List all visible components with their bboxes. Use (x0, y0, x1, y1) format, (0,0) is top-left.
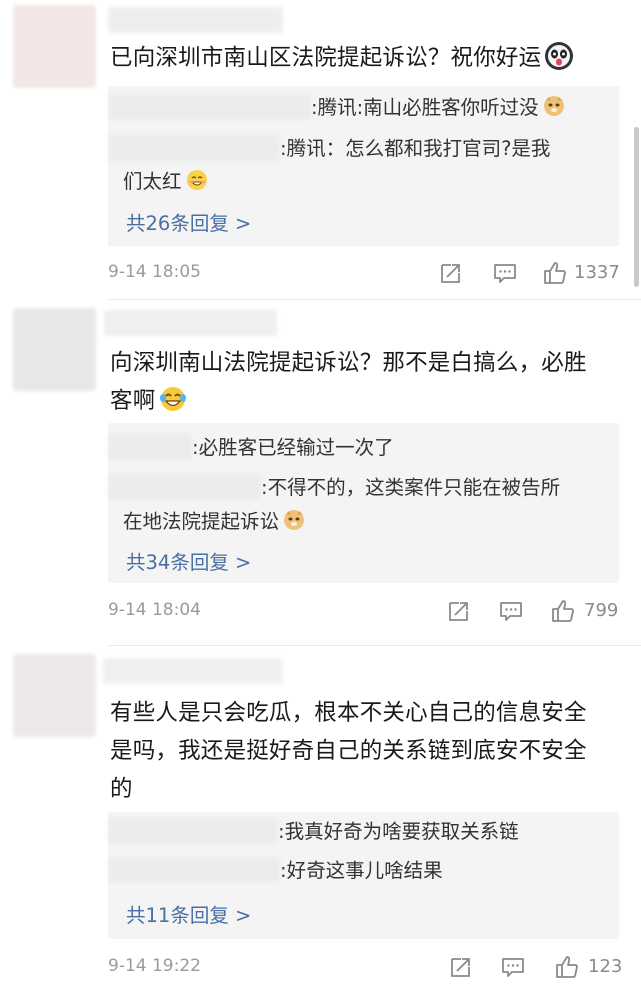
like-count: 123 (588, 956, 623, 977)
reply-text: 在地法院提起诉讼 (123, 510, 280, 533)
comment-text-line: 向深圳南山法院提起诉讼？那不是白搞么，必胜 (110, 350, 587, 376)
reply-username-blurred[interactable] (108, 818, 278, 844)
scrollbar[interactable] (634, 127, 639, 287)
view-replies-link[interactable]: 共34条回复 > (126, 546, 251, 575)
comment-text-line: 有些人是只会吃瓜，根本不关心自己的信息安全 (110, 700, 587, 726)
thumbs-up-icon[interactable] (550, 598, 576, 624)
reply-box[interactable]: :腾讯:南山必胜客你听过没 :腾讯：怎么都和我打官司?是我 们太红 共26条回复… (108, 86, 619, 246)
reply-text: :必胜客已经输过一次了 (192, 436, 394, 459)
comment-text-line: 是吗，我还是挺好奇自己的关系链到底安不安全 (110, 738, 587, 764)
comment-date: 9-14 18:05 (108, 262, 201, 282)
comment-feed: 已向深圳市南山区法院提起诉讼？祝你好运 :腾讯:南山必胜客你听过没 :腾讯：怎么… (0, 0, 641, 1000)
reply-username-blurred[interactable] (108, 135, 280, 161)
comment-text: 有些人是只会吃瓜，根本不关心自己的信息安全 是吗，我还是挺好奇自己的关系链到底安… (110, 694, 620, 808)
avatar[interactable] (13, 654, 96, 737)
view-replies-link[interactable]: 共11条回复 > (126, 899, 251, 928)
share-icon[interactable] (438, 260, 464, 286)
reply-line: 在地法院提起诉讼 (123, 505, 634, 539)
comment-date: 9-14 18:04 (108, 600, 201, 620)
comment-icon[interactable] (500, 954, 526, 980)
laugh-cry-emoji-icon (159, 385, 187, 413)
reply-line: 们太红 (123, 165, 634, 199)
reply-line: :腾讯：怎么都和我打官司?是我 (108, 132, 619, 166)
share-icon[interactable] (448, 954, 474, 980)
comment-icon[interactable] (498, 598, 524, 624)
doge-emoji-icon (283, 508, 305, 530)
reply-line: :腾讯:南山必胜客你听过没 (108, 91, 619, 125)
doge-emoji-icon (543, 94, 565, 116)
username-blurred[interactable] (104, 310, 277, 336)
panda-emoji-icon (545, 42, 574, 70)
comment-text-line: 的 (110, 776, 133, 802)
comment-date: 9-14 19:22 (108, 956, 201, 976)
reply-text: 们太红 (123, 170, 182, 193)
comment-meta: 9-14 19:22 123 (108, 954, 628, 982)
reply-username-blurred[interactable] (108, 474, 261, 500)
grin-emoji-icon (186, 168, 208, 190)
reply-line: :我真好奇为啥要获取关系链 (108, 815, 619, 849)
like-count: 799 (584, 600, 619, 621)
comment-meta: 9-14 18:05 1337 (108, 260, 628, 288)
reply-line: :好奇这事儿啥结果 (108, 854, 619, 888)
username-blurred[interactable] (108, 7, 283, 33)
reply-box[interactable]: :必胜客已经输过一次了 :不得不的，这类案件只能在被告所 在地法院提起诉讼 共3… (108, 423, 619, 583)
reply-text: :我真好奇为啥要获取关系链 (278, 820, 519, 843)
thumbs-up-icon[interactable] (554, 954, 580, 980)
reply-text: :好奇这事儿啥结果 (280, 859, 443, 882)
reply-username-blurred[interactable] (108, 434, 192, 460)
avatar[interactable] (13, 5, 96, 88)
reply-text: :腾讯:南山必胜客你听过没 (311, 96, 539, 119)
thumbs-up-icon[interactable] (542, 260, 568, 286)
comment-text: 已向深圳市南山区法院提起诉讼？祝你好运 (110, 39, 620, 77)
view-replies-link[interactable]: 共26条回复 > (126, 207, 251, 236)
comment-text: 向深圳南山法院提起诉讼？那不是白搞么，必胜 客啊 (110, 344, 620, 420)
username-blurred[interactable] (103, 658, 283, 684)
comment-text-line: 已向深圳市南山区法院提起诉讼？祝你好运 (110, 45, 542, 71)
comment-meta: 9-14 18:04 799 (108, 598, 628, 626)
reply-line: :不得不的，这类案件只能在被告所 (108, 471, 619, 505)
reply-username-blurred[interactable] (108, 857, 280, 883)
avatar[interactable] (13, 308, 96, 391)
reply-username-blurred[interactable] (108, 94, 311, 120)
comment-1: 已向深圳市南山区法院提起诉讼？祝你好运 :腾讯:南山必胜客你听过没 :腾讯：怎么… (0, 0, 641, 300)
reply-text: :不得不的，这类案件只能在被告所 (261, 476, 561, 499)
comment-icon[interactable] (492, 260, 518, 286)
reply-box[interactable]: :我真好奇为啥要获取关系链 :好奇这事儿啥结果 共11条回复 > (108, 812, 619, 939)
like-count: 1337 (574, 262, 620, 283)
comment-text-line: 客啊 (110, 382, 620, 420)
reply-line: :必胜客已经输过一次了 (108, 431, 619, 465)
comment-2: 向深圳南山法院提起诉讼？那不是白搞么，必胜 客啊 :必胜客已经输过一次了 :不得… (0, 300, 641, 645)
share-icon[interactable] (446, 598, 472, 624)
reply-text: :腾讯：怎么都和我打官司?是我 (280, 137, 551, 160)
comment-3: 有些人是只会吃瓜，根本不关心自己的信息安全 是吗，我还是挺好奇自己的关系链到底安… (0, 646, 641, 1000)
